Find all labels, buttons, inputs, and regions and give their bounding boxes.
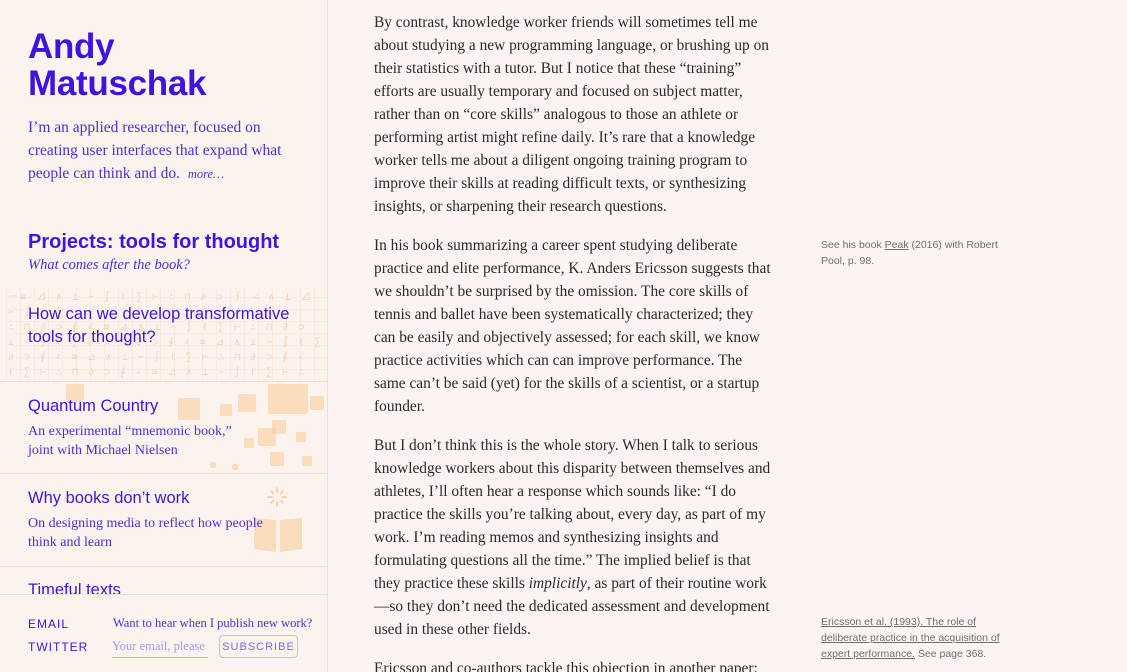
email-link[interactable]: EMAIL — [28, 617, 69, 631]
divider — [0, 381, 327, 382]
sidebar-footer: EMAIL TWITTER Want to hear when I publis… — [0, 594, 327, 672]
sparkle-icon — [266, 486, 288, 513]
intro-text: I’m an applied researcher, focused on cr… — [28, 116, 298, 186]
project-description: An experimental “mnemonic book,” joint w… — [28, 424, 232, 458]
text: But I don’t think this is the whole stor… — [374, 437, 771, 592]
paragraph: In his book summarizing a career spent s… — [374, 237, 771, 415]
divider — [0, 473, 327, 474]
project-title[interactable]: How can we develop transformative tools … — [28, 303, 308, 349]
emphasis: implicitly — [528, 575, 587, 592]
sidenote-peak: See his book Peak (2016) with Robert Poo… — [821, 237, 1001, 269]
paragraph: But I don’t think this is the whole stor… — [374, 434, 776, 641]
paragraph: Ericsson and co-authors tackle this obje… — [374, 660, 758, 672]
sidebar: Andy Matuschak I’m an applied researcher… — [0, 0, 328, 672]
subscribe-button[interactable]: SUBSCRIBE — [219, 635, 298, 658]
paragraph: By contrast, knowledge worker friends wi… — [374, 14, 769, 215]
sidenote-ericsson: Ericsson et al. (1993). The role of deli… — [821, 614, 1001, 662]
sidenote-link[interactable]: Peak — [885, 239, 909, 251]
sidenote-text: See his book — [821, 239, 885, 251]
projects-subheading: What comes after the book? — [28, 257, 190, 273]
email-input[interactable] — [112, 636, 208, 658]
sidenote-text: See page 368. — [914, 648, 987, 660]
twitter-link[interactable]: TWITTER — [28, 640, 88, 654]
project-description: On designing media to reflect how people… — [28, 516, 263, 550]
site-title[interactable]: Andy Matuschak — [28, 28, 228, 102]
newsletter-prompt: Want to hear when I publish new work? — [113, 616, 313, 630]
article-body: By contrast, knowledge worker friends wi… — [374, 11, 776, 672]
project-title[interactable]: Quantum Country — [28, 395, 158, 418]
projects-heading[interactable]: Projects: tools for thought — [28, 229, 279, 255]
intro-body: I’m an applied researcher, focused on cr… — [28, 119, 282, 182]
more-link[interactable]: more… — [188, 167, 224, 181]
divider — [0, 566, 327, 567]
project-title[interactable]: Why books don’t work — [28, 487, 189, 510]
